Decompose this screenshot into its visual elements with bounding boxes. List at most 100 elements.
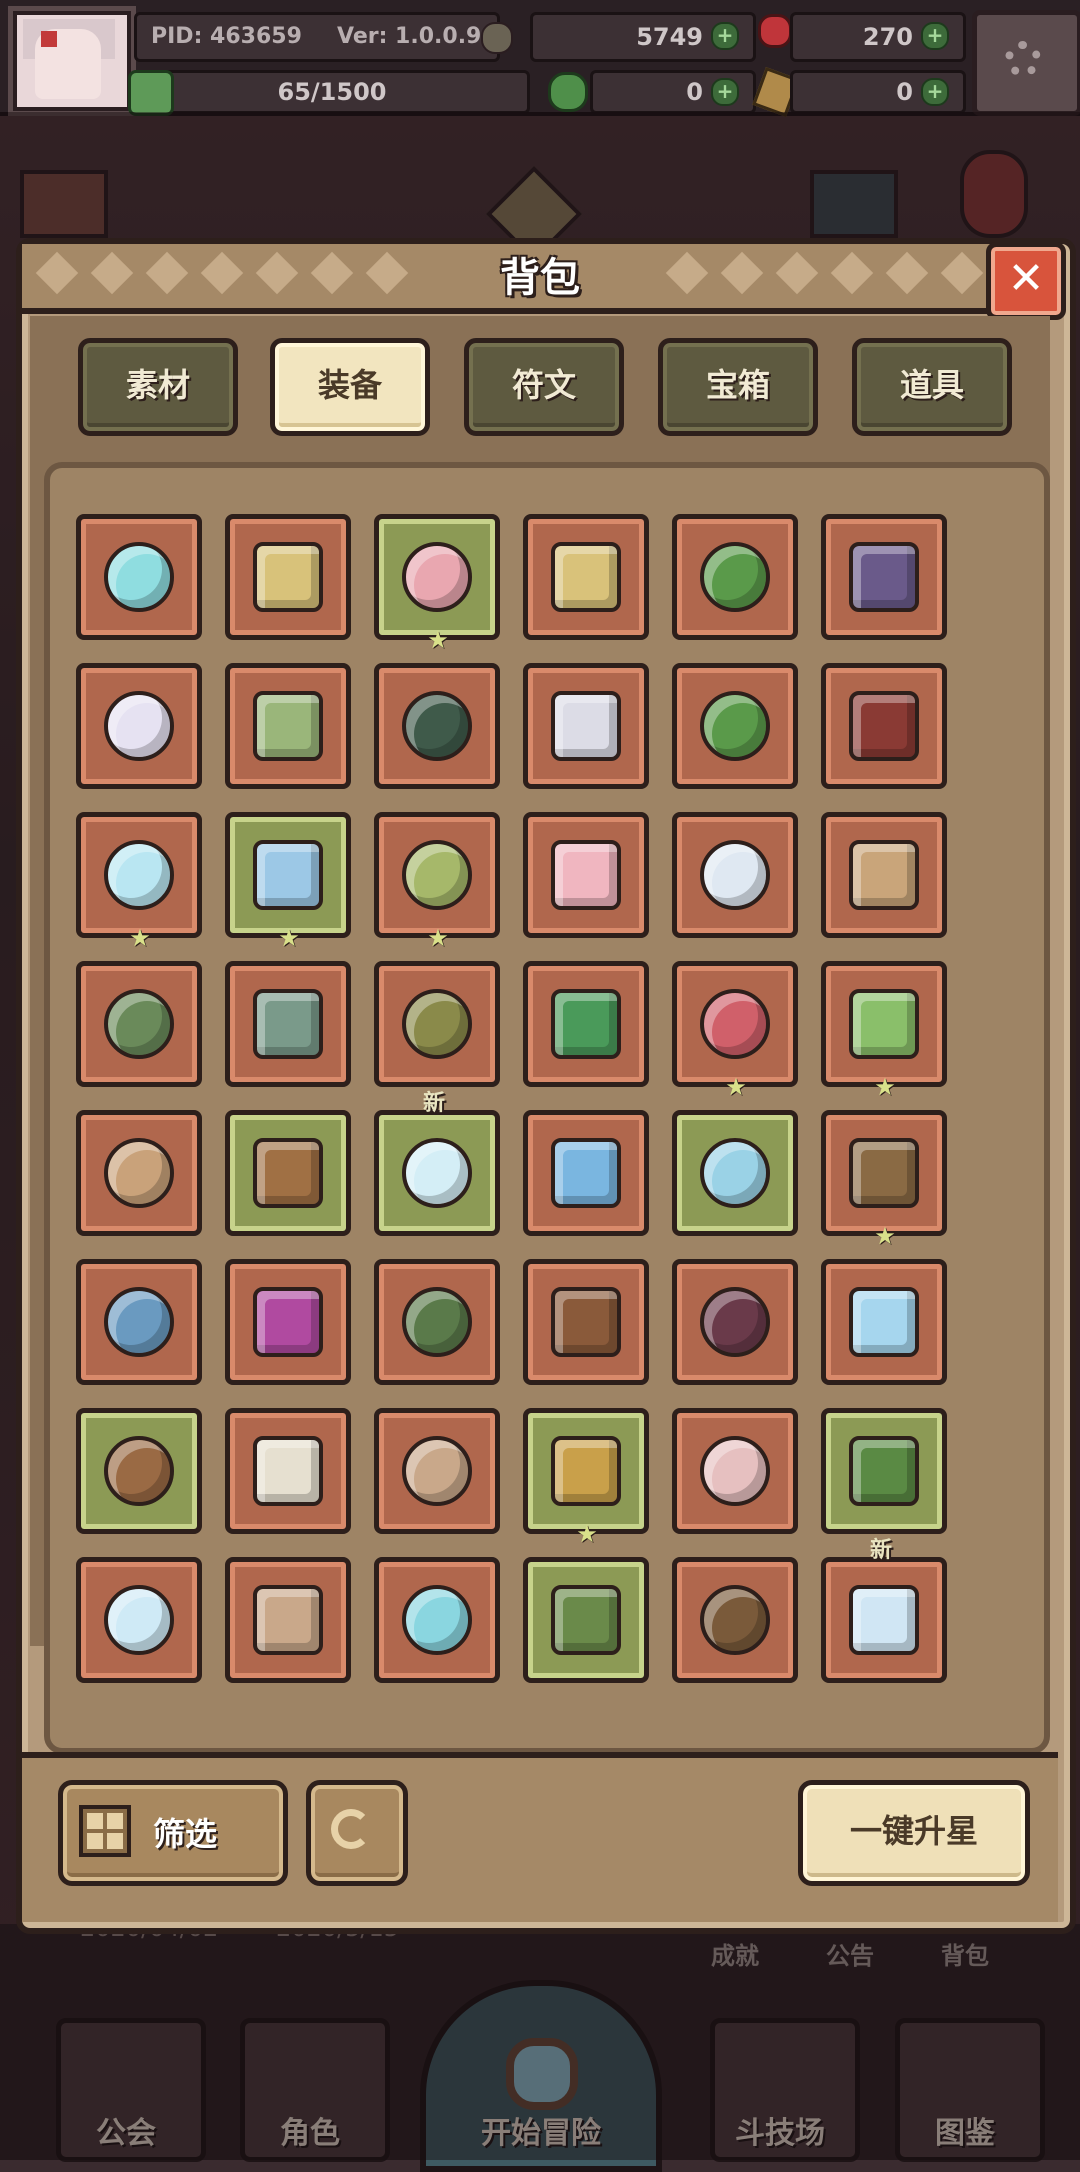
clover-icon xyxy=(548,72,588,112)
tab-runes[interactable]: 符文 xyxy=(464,338,624,436)
ice-armor-icon xyxy=(104,840,174,910)
equipment-slot[interactable]: 新 xyxy=(374,1091,500,1236)
tab-items[interactable]: 道具 xyxy=(852,338,1012,436)
tab-equipment[interactable]: 装备 xyxy=(270,338,430,436)
equipment-slot[interactable] xyxy=(374,1408,500,1534)
new-badge: 新 xyxy=(423,1091,446,1116)
brown-belt-icon xyxy=(551,1287,621,1357)
equipment-slot[interactable]: ★ xyxy=(76,812,202,950)
equipment-slot[interactable] xyxy=(672,663,798,789)
equipment-slot[interactable] xyxy=(821,1259,947,1385)
equipment-slot[interactable]: ★ xyxy=(672,961,798,1099)
equipment-slot[interactable] xyxy=(76,1408,202,1534)
equipment-slot[interactable] xyxy=(821,514,947,640)
close-icon: ✕ xyxy=(1007,253,1045,304)
equipment-slot[interactable]: ★ xyxy=(225,812,351,950)
leaf-charm-icon xyxy=(849,1436,919,1506)
white-armor-icon xyxy=(700,840,770,910)
crystal-crown-icon xyxy=(104,691,174,761)
equipment-slot[interactable]: 新 xyxy=(821,1538,947,1683)
equipment-slot[interactable] xyxy=(523,1259,649,1385)
version-text: Ver: 1.0.0.9 xyxy=(337,24,482,49)
equipment-slot[interactable]: ★ xyxy=(821,961,947,1099)
star-icon: ★ xyxy=(874,1222,896,1250)
equipment-slot[interactable]: ★ xyxy=(523,1408,649,1546)
equipment-slot[interactable] xyxy=(523,1110,649,1236)
equipment-slot[interactable] xyxy=(374,1557,500,1683)
bear-hood-icon xyxy=(402,542,472,612)
equipment-slot[interactable]: ★ xyxy=(821,1110,947,1248)
gems-bar: 270 + xyxy=(790,12,966,62)
equipment-slot[interactable] xyxy=(76,1110,202,1236)
equipment-slot[interactable] xyxy=(225,1259,351,1385)
energy-bar: 65/1500 xyxy=(134,70,530,114)
clover-bar: 0 + xyxy=(590,70,756,114)
equipment-slot[interactable] xyxy=(225,663,351,789)
equipment-slot[interactable] xyxy=(76,663,202,789)
filter-button[interactable]: 筛选 xyxy=(58,1780,288,1886)
add-clover-icon[interactable]: + xyxy=(711,78,739,106)
equipment-slot[interactable] xyxy=(523,663,649,789)
tan-boots-icon xyxy=(402,1436,472,1506)
orb-icon xyxy=(104,542,174,612)
equipment-slot[interactable] xyxy=(523,812,649,938)
add-coins-icon[interactable]: + xyxy=(711,22,739,50)
equipment-slot[interactable] xyxy=(523,514,649,640)
avatar-bow xyxy=(41,31,57,47)
equipment-slot[interactable] xyxy=(523,1557,649,1683)
moss-armor-icon xyxy=(104,989,174,1059)
equipment-slot[interactable] xyxy=(374,961,500,1087)
shell-icon xyxy=(253,1585,323,1655)
ruby-star-icon xyxy=(700,1436,770,1506)
equipment-slot[interactable] xyxy=(76,1557,202,1683)
witch-hat-icon xyxy=(849,542,919,612)
equipment-slot[interactable] xyxy=(821,1408,947,1534)
equipment-slot[interactable]: ★ xyxy=(374,812,500,950)
star-icon: ★ xyxy=(725,1073,747,1101)
equipment-slot[interactable] xyxy=(225,1557,351,1683)
equipment-slot[interactable] xyxy=(225,961,351,1087)
red-hood-icon xyxy=(849,691,919,761)
equipment-slot[interactable] xyxy=(672,1408,798,1534)
feather-value: 0 xyxy=(896,78,913,106)
settings-button[interactable] xyxy=(972,10,1080,116)
frost-glove-icon xyxy=(700,1138,770,1208)
equipment-slot[interactable] xyxy=(821,812,947,938)
leather-boots-icon xyxy=(104,1436,174,1506)
blue-armor-icon xyxy=(253,840,323,910)
equipment-slot[interactable] xyxy=(225,514,351,640)
bronze-bracer-icon xyxy=(253,1138,323,1208)
equipment-slot[interactable] xyxy=(374,663,500,789)
tab-chests[interactable]: 宝箱 xyxy=(658,338,818,436)
upgrade-all-button[interactable]: 一键升星 xyxy=(798,1780,1030,1886)
add-feather-icon[interactable]: + xyxy=(921,78,949,106)
equipment-slot[interactable] xyxy=(225,1408,351,1534)
equipment-grid: ★ ★ ★ ★ ★ ★ 新 ★ ★ 新 xyxy=(44,462,1050,1754)
equipment-slot[interactable] xyxy=(672,1259,798,1385)
refresh-button[interactable] xyxy=(306,1780,408,1886)
gear-icon xyxy=(1005,41,1041,77)
add-gems-icon[interactable]: + xyxy=(921,22,949,50)
star-icon: ★ xyxy=(427,924,449,952)
equipment-slot[interactable]: ★ xyxy=(374,514,500,652)
player-avatar[interactable] xyxy=(8,6,136,116)
equipment-slot[interactable] xyxy=(374,1259,500,1385)
equipment-slot[interactable] xyxy=(76,1259,202,1385)
tab-materials[interactable]: 素材 xyxy=(78,338,238,436)
ice-bracer-icon xyxy=(402,1138,472,1208)
equipment-slot[interactable] xyxy=(672,1557,798,1683)
flower-glove-icon xyxy=(700,989,770,1059)
coins-bar: 5749 + xyxy=(530,12,756,62)
close-button[interactable]: ✕ xyxy=(986,242,1066,320)
ice-boots-icon xyxy=(849,1287,919,1357)
blue-glove-icon xyxy=(551,1138,621,1208)
equipment-slot[interactable] xyxy=(76,961,202,1087)
equipment-slot[interactable] xyxy=(821,663,947,789)
equipment-slot[interactable] xyxy=(225,1110,351,1236)
equipment-slot[interactable] xyxy=(76,514,202,640)
equipment-slot[interactable] xyxy=(672,514,798,640)
equipment-slot[interactable] xyxy=(523,961,649,1087)
equipment-slot[interactable] xyxy=(672,812,798,938)
equipment-slot[interactable] xyxy=(672,1110,798,1236)
filter-grid-icon xyxy=(79,1805,131,1857)
